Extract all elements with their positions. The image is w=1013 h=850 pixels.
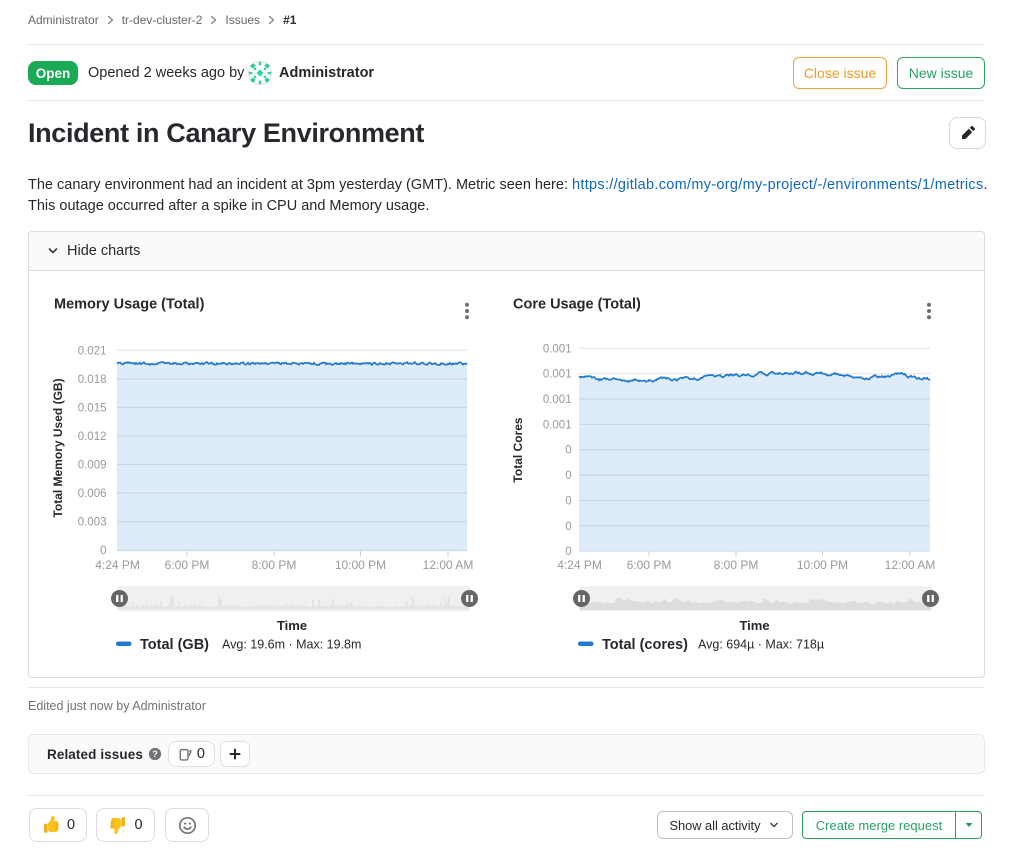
svg-text:8:00 PM: 8:00 PM — [714, 558, 759, 572]
svg-text:0.003: 0.003 — [78, 517, 107, 529]
svg-text:0: 0 — [100, 545, 106, 557]
svg-text:0.006: 0.006 — [78, 488, 107, 500]
svg-text:0: 0 — [565, 445, 571, 457]
svg-text:Core Usage (Total): Core Usage (Total) — [513, 297, 641, 313]
svg-text:Total (cores): Total (cores) — [602, 637, 688, 653]
svg-text:6:00 PM: 6:00 PM — [165, 558, 210, 572]
svg-text:0: 0 — [565, 546, 571, 558]
svg-text:0.021: 0.021 — [78, 345, 107, 357]
svg-text:Memory Usage (Total): Memory Usage (Total) — [54, 297, 205, 313]
svg-text:Avg: 694µ · Max: 718µ: Avg: 694µ · Max: 718µ — [698, 638, 824, 652]
svg-text:Time: Time — [739, 618, 769, 633]
svg-text:?: ? — [152, 749, 158, 759]
svg-text:0.001: 0.001 — [543, 343, 572, 355]
svg-text:0.018: 0.018 — [78, 374, 107, 386]
svg-text:0: 0 — [565, 496, 571, 508]
svg-text:0: 0 — [565, 521, 571, 533]
svg-text:Total Memory Used (GB): Total Memory Used (GB) — [51, 378, 65, 517]
svg-text:10:00 PM: 10:00 PM — [335, 558, 386, 572]
svg-text:0.009: 0.009 — [78, 460, 107, 472]
svg-text:0.001: 0.001 — [543, 394, 572, 406]
svg-text:12:00 AM: 12:00 AM — [885, 558, 936, 572]
svg-text:0.015: 0.015 — [78, 402, 107, 414]
svg-text:0.012: 0.012 — [78, 431, 107, 443]
svg-text:Avg: 19.6m · Max: 19.8m: Avg: 19.6m · Max: 19.8m — [222, 638, 361, 652]
svg-text:Total Cores: Total Cores — [511, 417, 525, 482]
svg-text:4:24 PM: 4:24 PM — [95, 558, 140, 572]
svg-text:0.001: 0.001 — [543, 419, 572, 431]
svg-text:0.001: 0.001 — [543, 369, 572, 381]
svg-text:0: 0 — [565, 470, 571, 482]
svg-text:4:24 PM: 4:24 PM — [557, 558, 602, 572]
svg-text:Time: Time — [277, 618, 307, 633]
svg-text:Total (GB): Total (GB) — [140, 637, 209, 653]
svg-text:10:00 PM: 10:00 PM — [797, 558, 848, 572]
svg-text:8:00 PM: 8:00 PM — [252, 558, 297, 572]
svg-text:12:00 AM: 12:00 AM — [423, 558, 474, 572]
svg-text:6:00 PM: 6:00 PM — [627, 558, 672, 572]
